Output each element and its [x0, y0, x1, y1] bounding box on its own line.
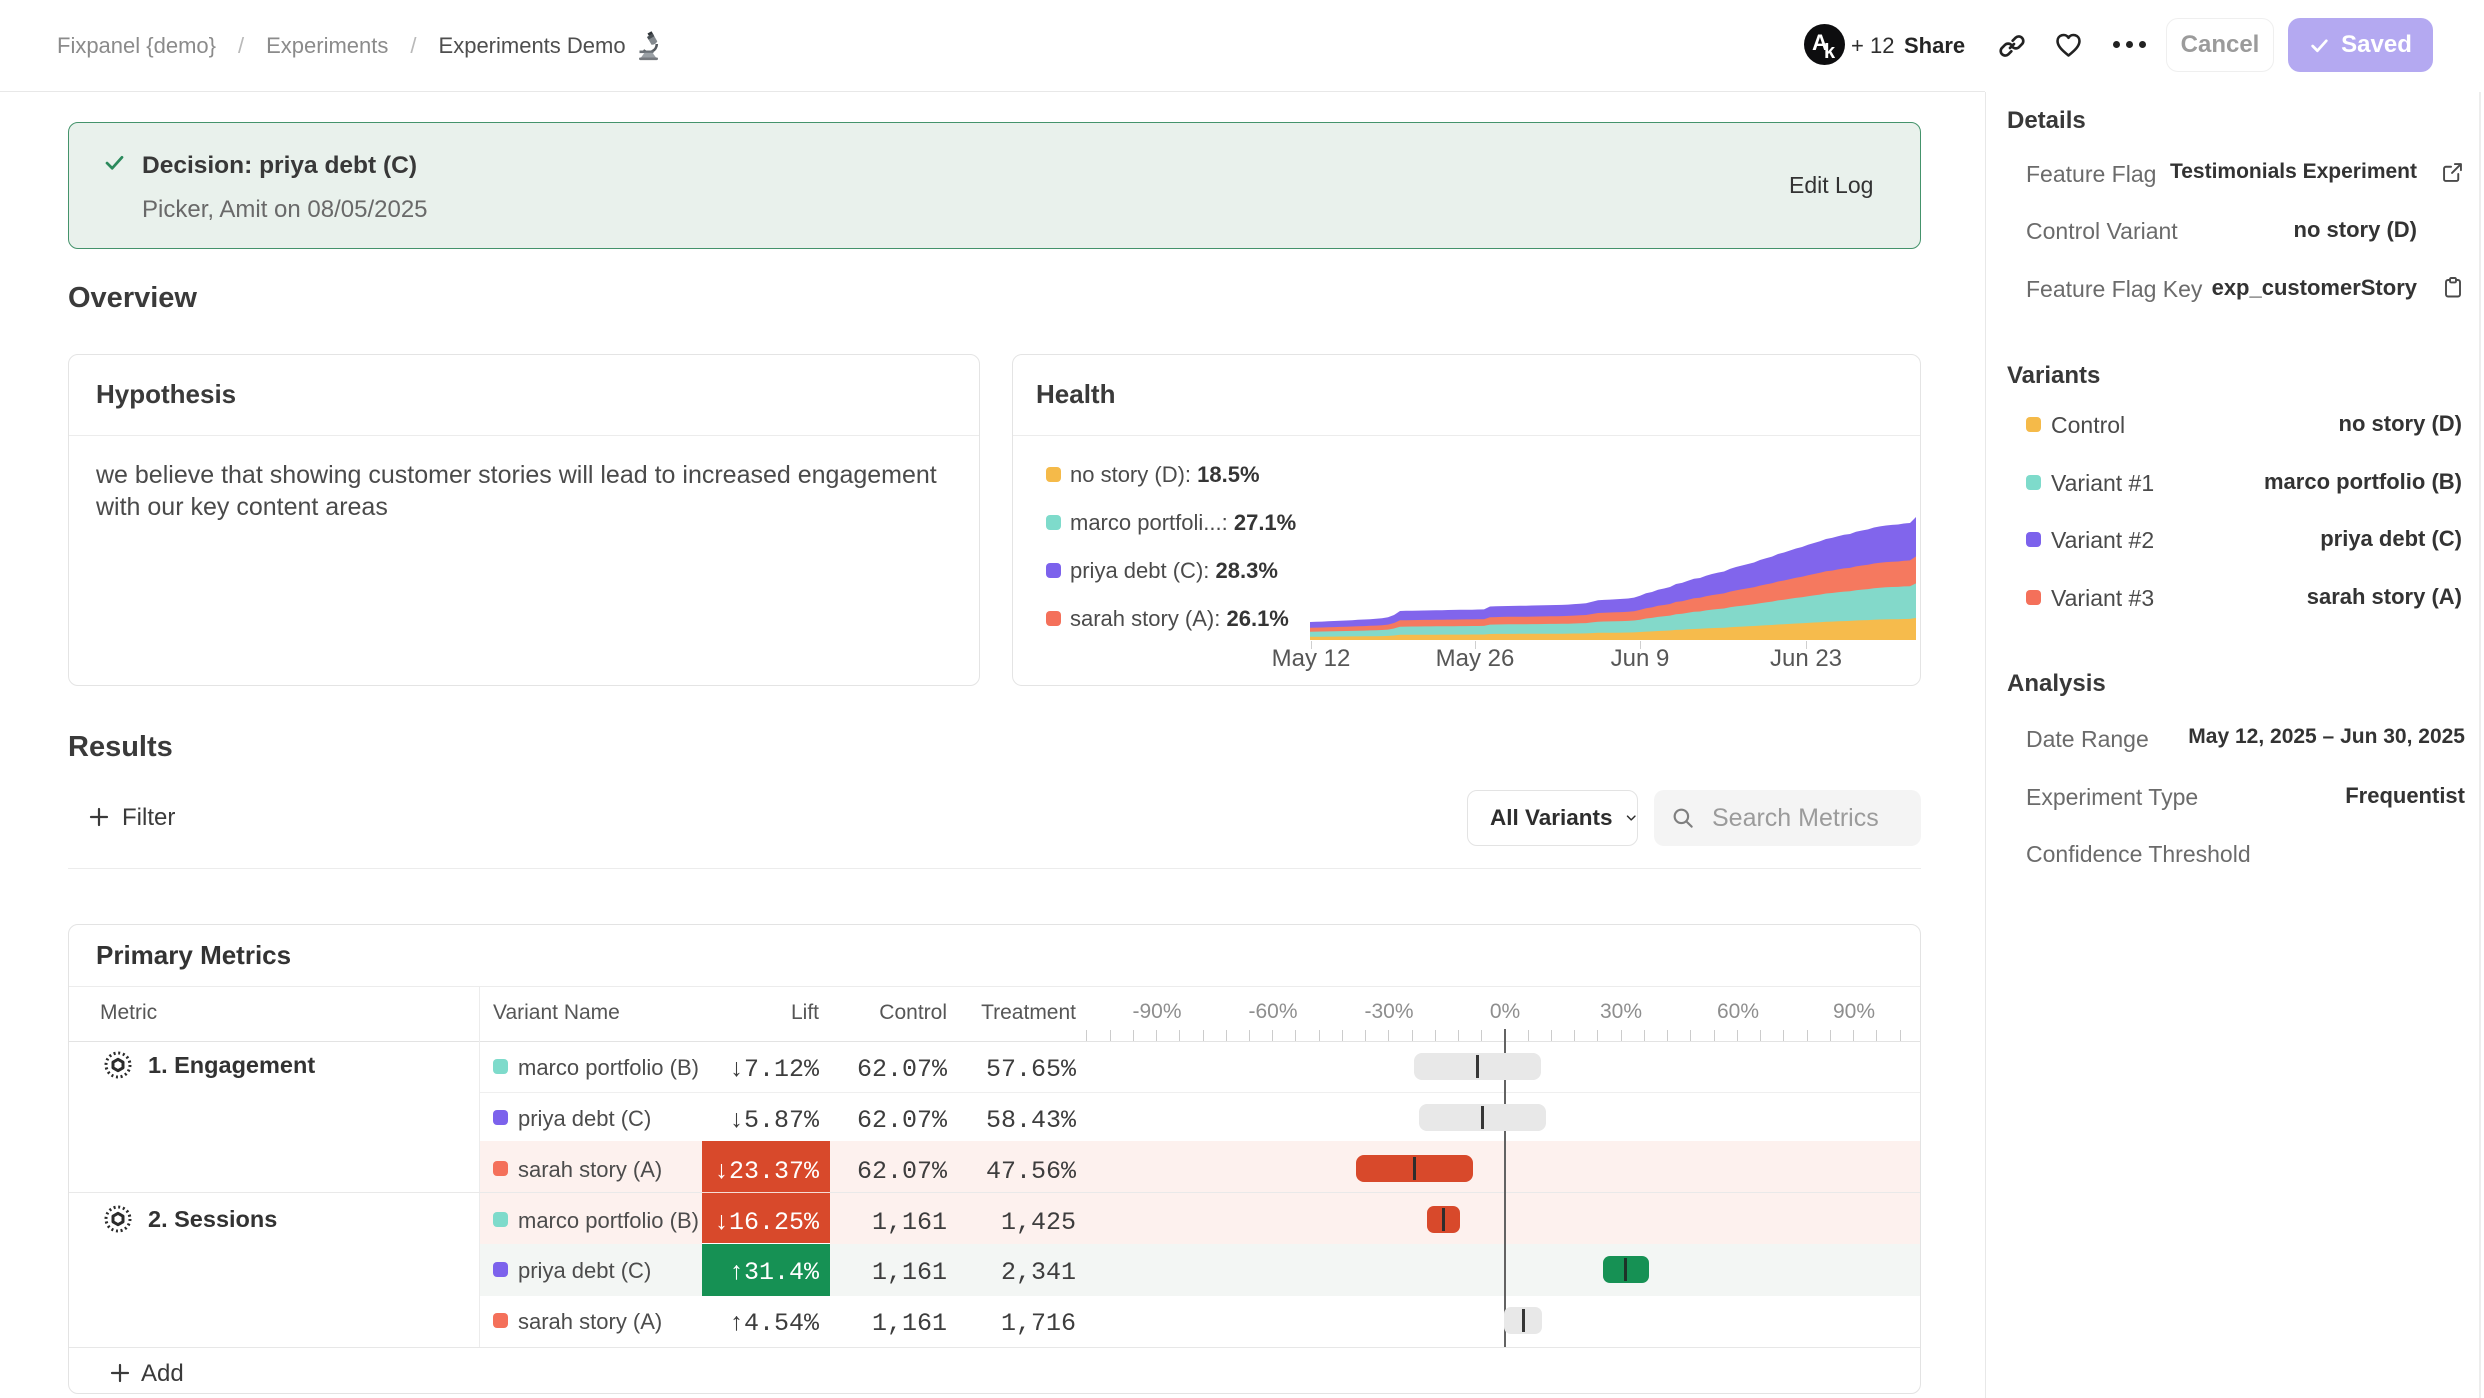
svg-text:k: k — [1824, 41, 1836, 63]
